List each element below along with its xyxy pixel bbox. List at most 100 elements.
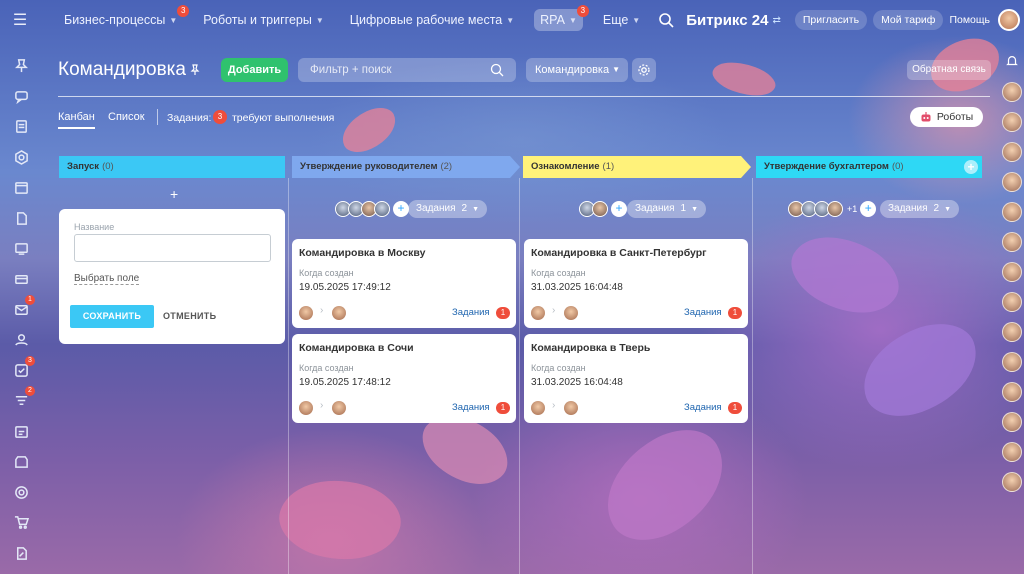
responsible-avatar[interactable]: [332, 306, 346, 320]
contact-avatar[interactable]: [1002, 172, 1022, 192]
cancel-button[interactable]: ОТМЕНИТЬ: [163, 305, 216, 328]
sidebar-item-favorites[interactable]: [11, 56, 31, 75]
stage-header-accountant-approval[interactable]: Утверждение бухгалтером (0) +: [756, 156, 982, 178]
process-select[interactable]: Командировка ▼: [526, 58, 628, 82]
stage-responsibles[interactable]: +: [335, 200, 409, 218]
card-tasks-link[interactable]: Задания: [452, 402, 490, 413]
author-avatar[interactable]: [531, 401, 545, 415]
tasks-count-badge[interactable]: 3: [213, 110, 227, 124]
kanban-card[interactable]: Командировка в Тверь Когда создан 31.03.…: [524, 334, 748, 423]
sidebar-item-employees[interactable]: [11, 330, 31, 349]
contact-avatar[interactable]: [1002, 472, 1022, 492]
sidebar-item-contact-center[interactable]: [11, 239, 31, 258]
menu-icon[interactable]: ☰: [0, 0, 40, 40]
sidebar-item-docs[interactable]: [11, 117, 31, 136]
search-icon[interactable]: [658, 12, 674, 28]
nav-robots-triggers[interactable]: Роботы и триггеры ▼: [197, 9, 330, 31]
responsible-avatar[interactable]: [564, 401, 578, 415]
responsible-avatar[interactable]: [332, 401, 346, 415]
nav-rpa[interactable]: RPA ▼ 3: [534, 5, 589, 31]
more-responsibles-count[interactable]: +1: [847, 204, 857, 214]
settings-button[interactable]: [632, 58, 656, 82]
card-tasks-link[interactable]: Задания: [684, 307, 722, 318]
stage-header-launch[interactable]: Запуск (0): [59, 156, 285, 178]
sidebar-item-drive[interactable]: [11, 208, 31, 227]
sidebar-item-chat[interactable]: [11, 86, 31, 105]
nav-digital-workplaces[interactable]: Цифровые рабочие места ▼: [344, 9, 520, 31]
kanban-card[interactable]: Командировка в Сочи Когда создан 19.05.2…: [292, 334, 516, 423]
choose-field-link[interactable]: Выбрать поле: [74, 273, 140, 285]
tab-list[interactable]: Список: [108, 111, 145, 123]
contact-avatar[interactable]: [1002, 112, 1022, 132]
contact-avatar[interactable]: [1002, 232, 1022, 252]
add-stage-icon[interactable]: +: [964, 160, 978, 174]
user-avatar[interactable]: [998, 9, 1020, 31]
sidebar-item-sign[interactable]: [11, 544, 31, 563]
kanban-card[interactable]: Командировка в Санкт-Петербург Когда соз…: [524, 239, 748, 328]
stage-responsibles[interactable]: +1 +: [788, 200, 877, 218]
contact-avatar[interactable]: [1002, 292, 1022, 312]
chevron-down-icon: ▼: [944, 206, 952, 213]
sidebar-item-shop[interactable]: [11, 452, 31, 471]
card-title[interactable]: Командировка в Сочи: [299, 342, 414, 354]
sidebar-item-planner[interactable]: [11, 422, 31, 441]
search-icon[interactable]: [490, 63, 504, 77]
author-avatar[interactable]: [531, 306, 545, 320]
kanban-card[interactable]: Командировка в Москву Когда создан 19.05…: [292, 239, 516, 328]
bitrix-logo[interactable]: Битрикс 24: [686, 12, 768, 29]
card-tasks-link[interactable]: Задания: [684, 402, 722, 413]
add-responsible-icon[interactable]: +: [611, 201, 627, 217]
right-sidebar: [1000, 54, 1024, 574]
contact-avatar[interactable]: [1002, 322, 1022, 342]
sidebar-item-crm[interactable]: [11, 147, 31, 166]
card-title[interactable]: Командировка в Москву: [299, 247, 425, 259]
sidebar-item-calendar[interactable]: [11, 178, 31, 197]
save-button[interactable]: СОХРАНИТЬ: [70, 305, 154, 328]
card-title[interactable]: Командировка в Санкт-Петербург: [531, 247, 707, 259]
invite-button[interactable]: Пригласить: [794, 10, 868, 30]
contact-avatar[interactable]: [1002, 202, 1022, 222]
nav-more[interactable]: Еще ▼: [597, 9, 646, 31]
stage-tasks-pill[interactable]: Задания 2 ▼: [408, 200, 488, 218]
tab-kanban[interactable]: Канбан: [58, 111, 95, 129]
feedback-button[interactable]: Обратная связь: [907, 60, 991, 80]
contact-avatar[interactable]: [1002, 412, 1022, 432]
sidebar-item-mail[interactable]: 1: [11, 294, 35, 319]
sidebar-item-tasks[interactable]: 3: [11, 355, 35, 380]
contact-avatar[interactable]: [1002, 382, 1022, 402]
stage-header-familiarization[interactable]: Ознакомление (1): [523, 156, 751, 178]
contact-avatar[interactable]: [1002, 442, 1022, 462]
name-input[interactable]: [74, 234, 271, 262]
add-responsible-icon[interactable]: +: [860, 201, 877, 217]
filter-search-input[interactable]: Фильтр + поиск: [298, 58, 516, 82]
card-title[interactable]: Командировка в Тверь: [531, 342, 650, 354]
stage-count: (2): [440, 161, 453, 172]
tariff-button[interactable]: Мой тариф: [873, 10, 944, 30]
pin-icon[interactable]: [189, 64, 201, 76]
author-avatar[interactable]: [299, 401, 313, 415]
add-item-plus-icon[interactable]: +: [170, 186, 178, 202]
sidebar-item-feed[interactable]: 2: [11, 386, 35, 410]
help-link[interactable]: Помощь: [949, 14, 990, 26]
card-tasks-link[interactable]: Задания: [452, 307, 490, 318]
responsible-avatar[interactable]: [564, 306, 578, 320]
sidebar-item-store[interactable]: [11, 269, 31, 288]
nav-business-processes[interactable]: Бизнес-процессы ▼ 3: [58, 5, 190, 31]
stage-responsibles[interactable]: +: [579, 200, 627, 218]
contact-avatar[interactable]: [1002, 352, 1022, 372]
author-avatar[interactable]: [299, 306, 313, 320]
contact-avatar[interactable]: [1002, 262, 1022, 282]
sidebar-item-goals[interactable]: [11, 483, 31, 502]
contact-avatar[interactable]: [1002, 82, 1022, 102]
contact-avatar[interactable]: [1002, 142, 1022, 162]
background-petal: [335, 101, 403, 159]
add-button[interactable]: Добавить: [221, 58, 288, 82]
tasks-pill-count: 2: [461, 203, 468, 214]
stage-tasks-pill[interactable]: Задания 1 ▼: [627, 200, 707, 218]
robots-button[interactable]: Роботы: [910, 107, 983, 127]
stage-tasks-pill[interactable]: Задания 2 ▼: [880, 200, 960, 218]
stage-header-manager-approval[interactable]: Утверждение руководителем (2): [292, 156, 520, 178]
bell-icon[interactable]: [1005, 54, 1019, 68]
sidebar-item-cart[interactable]: [11, 513, 31, 532]
add-responsible-icon[interactable]: +: [393, 201, 409, 217]
